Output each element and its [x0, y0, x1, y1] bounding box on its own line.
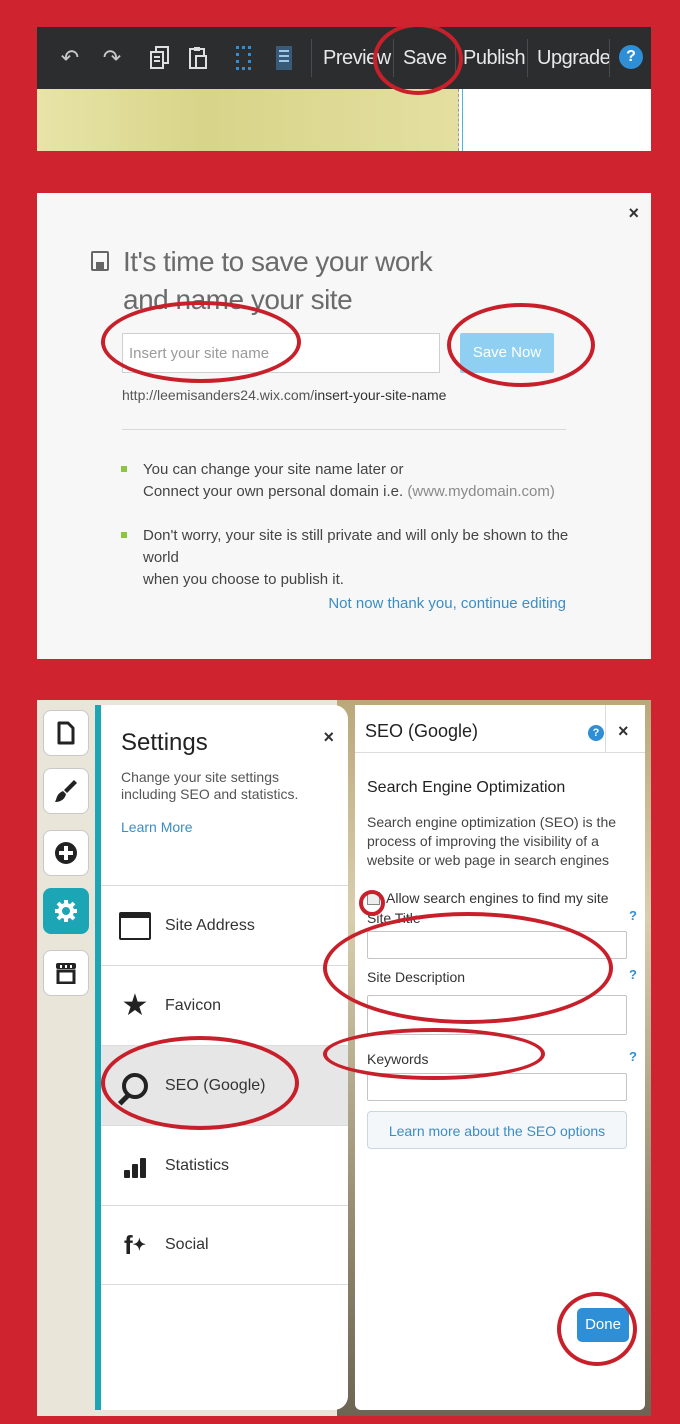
continue-editing-link[interactable]: Not now thank you, continue editing [328, 595, 566, 612]
settings-item-social[interactable]: f ✦ Social [101, 1205, 348, 1285]
settings-item-label: Social [165, 1236, 209, 1253]
domain-example: (www.mydomain.com) [407, 483, 555, 500]
publish-button[interactable]: Publish [463, 39, 526, 77]
site-title-input[interactable] [367, 931, 627, 959]
editor-toolbar: ↶ ↷ Preview Save Publish Upgrade ? [37, 27, 651, 89]
site-description-help-icon[interactable]: ? [629, 967, 637, 982]
toolbar-divider [455, 39, 456, 77]
browser-window-icon [115, 911, 155, 940]
dialog-title: It's time to save your work and name you… [123, 243, 543, 319]
paste-icon[interactable] [183, 41, 213, 75]
seo-heading: Search Engine Optimization [367, 779, 566, 796]
keywords-help-icon[interactable]: ? [629, 1049, 637, 1064]
copy-icon[interactable] [145, 41, 175, 75]
bullet-text: You can change your site name later or [143, 461, 404, 478]
settings-item-label: Site Address [165, 916, 255, 934]
editor-canvas-margin [462, 89, 651, 151]
seo-header: SEO (Google) ? × [355, 705, 645, 753]
star-icon: ★ [121, 989, 149, 1022]
site-url: http://leemisanders24.wix.com/insert-you… [122, 387, 446, 403]
help-icon[interactable]: ? [588, 725, 604, 741]
dialog-title-line1: It's time to save your work [123, 246, 433, 277]
settings-item-label: SEO (Google) [165, 1076, 266, 1094]
preview-button[interactable]: Preview [323, 39, 391, 77]
header-divider [605, 705, 606, 753]
toolbar-divider [311, 39, 312, 77]
settings-title: Settings [121, 729, 208, 756]
upgrade-button[interactable]: Upgrade [537, 39, 611, 77]
design-brush-icon[interactable] [43, 768, 89, 814]
undo-icon[interactable]: ↶ [55, 41, 85, 75]
site-url-prefix: http://leemisanders24.wix.com/ [122, 387, 315, 403]
toolbar-divider [393, 39, 394, 77]
keywords-label: Keywords [367, 1051, 429, 1067]
list-item: You can change your site name later or C… [121, 459, 571, 503]
learn-seo-options-button[interactable]: Learn more about the SEO options [367, 1111, 627, 1149]
site-title-label: Site Title [367, 910, 421, 926]
done-button[interactable]: Done [577, 1308, 629, 1342]
seo-title: SEO (Google) [365, 721, 479, 741]
close-icon[interactable]: × [323, 727, 334, 748]
learn-more-link[interactable]: Learn More [121, 819, 193, 835]
save-button[interactable]: Save [403, 39, 447, 77]
divider [122, 429, 566, 430]
allow-search-row: Allow search engines to find my site [367, 890, 609, 906]
save-now-button[interactable]: Save Now [460, 333, 554, 373]
settings-item-label: Favicon [165, 996, 222, 1014]
toolbar-divider [527, 39, 528, 77]
settings-item-seo[interactable]: SEO (Google) [101, 1045, 348, 1125]
help-icon[interactable]: ? [619, 45, 643, 69]
keywords-input[interactable] [367, 1073, 627, 1101]
bar-chart-icon [115, 1154, 155, 1178]
settings-item-statistics[interactable]: Statistics [101, 1125, 348, 1205]
allow-search-label: Allow search engines to find my site [386, 890, 609, 906]
allow-search-checkbox[interactable] [367, 891, 380, 905]
store-icon[interactable] [43, 950, 89, 996]
settings-item-site-address[interactable]: Site Address [101, 885, 348, 965]
editor-canvas [37, 89, 459, 151]
grid-icon[interactable] [229, 41, 259, 75]
save-dialog: × It's time to save your work and name y… [37, 193, 651, 659]
social-icon: f ✦ [123, 1229, 147, 1260]
settings-item-favicon[interactable]: ★ Favicon [101, 965, 348, 1045]
site-url-slug: insert-your-site-name [314, 387, 447, 403]
site-name-input[interactable] [122, 333, 440, 373]
bullet-text: Don't worry, your site is still private … [143, 527, 569, 566]
settings-sidebar: Settings × Change your site settings inc… [95, 705, 348, 1410]
dialog-title-line2: and name your site [123, 284, 353, 315]
redo-icon[interactable]: ↷ [97, 41, 127, 75]
bullet-text: when you choose to publish it. [143, 571, 344, 588]
seo-panel: SEO (Google) ? × Search Engine Optimizat… [355, 705, 645, 1410]
bullet-text-part: Connect your own personal domain i.e. [143, 483, 408, 500]
site-title-help-icon[interactable]: ? [629, 908, 637, 923]
site-description-input[interactable] [367, 995, 627, 1035]
settings-panel: Settings × Change your site settings inc… [37, 700, 651, 1416]
close-icon[interactable]: × [628, 203, 639, 224]
layers-icon[interactable] [269, 41, 299, 75]
floppy-disk-icon [91, 251, 109, 271]
settings-item-label: Statistics [165, 1156, 230, 1174]
magnifier-icon [115, 1072, 155, 1099]
site-description-label: Site Description [367, 969, 466, 985]
close-icon[interactable]: × [618, 721, 629, 742]
settings-gear-icon[interactable] [43, 888, 89, 934]
settings-description: Change your site settings including SEO … [121, 769, 299, 802]
seo-description: Search engine optimization (SEO) is the … [367, 814, 617, 868]
editor-toolbar-panel: ↶ ↷ Preview Save Publish Upgrade ? [37, 27, 651, 151]
pages-icon[interactable] [43, 710, 89, 756]
toolbar-divider [609, 39, 610, 77]
bullet-text: Connect your own personal domain i.e. (w… [143, 481, 571, 503]
add-icon[interactable] [43, 830, 89, 876]
list-item: Don't worry, your site is still private … [121, 525, 571, 591]
